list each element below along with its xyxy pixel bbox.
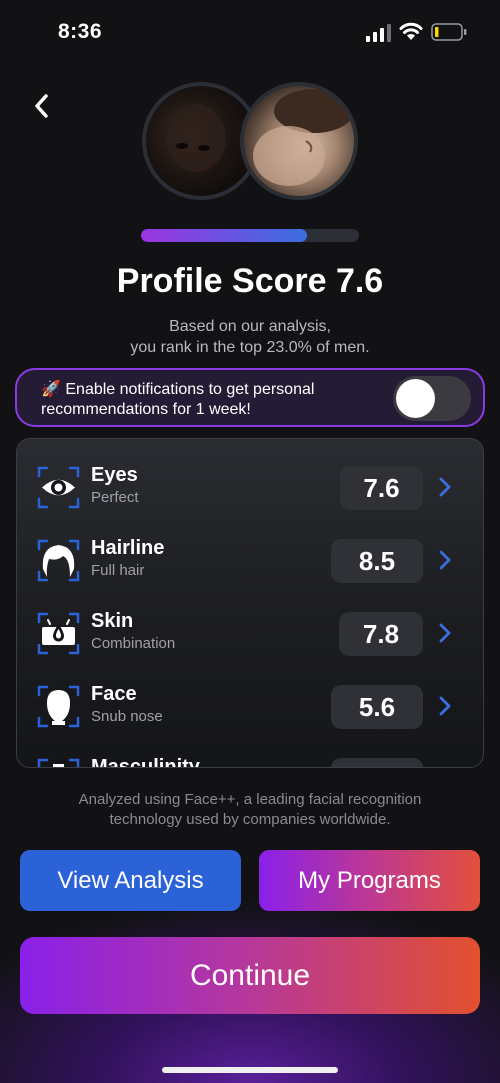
home-indicator[interactable] <box>162 1067 338 1073</box>
status-bar: 8:36 <box>0 0 500 60</box>
notifications-toggle[interactable] <box>393 376 471 421</box>
metric-score: 7.8 <box>339 612 423 656</box>
skin-icon <box>37 612 80 655</box>
metric-name: Face <box>91 683 137 705</box>
battery-icon <box>431 23 467 41</box>
chevron-right-icon <box>439 550 451 570</box>
metric-score: 8.5 <box>331 539 423 583</box>
metric-row-eyes[interactable]: Eyes Perfect 7.6 <box>17 462 483 522</box>
metric-detail: Full hair <box>91 562 145 579</box>
toggle-knob <box>396 379 435 418</box>
metric-name: Hairline <box>91 537 165 559</box>
status-time: 8:36 <box>58 20 103 43</box>
score-progress-bar <box>141 229 359 242</box>
metric-score: 5.6 <box>331 685 423 729</box>
metric-score: 7.6 <box>340 466 423 510</box>
notification-banner[interactable]: 🚀 Enable notifications to get personal r… <box>15 368 485 427</box>
metric-row-masculinity[interactable]: Masculinity <box>17 754 483 768</box>
my-programs-button[interactable]: My Programs <box>259 850 480 911</box>
face-icon <box>37 685 80 728</box>
chevron-right-icon <box>439 696 451 716</box>
hair-icon <box>37 539 80 582</box>
avatar-photo-profile <box>240 82 358 200</box>
profile-score-title: Profile Score 7.6 <box>116 262 384 300</box>
metrics-card: Eyes Perfect 7.6 Hairline Full hair 8.5 … <box>16 438 484 768</box>
chevron-right-icon <box>439 623 451 643</box>
subtitle-line-1: Based on our analysis, <box>169 318 331 335</box>
cellular-signal-icon <box>366 24 391 42</box>
eye-icon <box>37 466 80 509</box>
metric-row-skin[interactable]: Skin Combination 7.8 <box>17 608 483 668</box>
continue-button[interactable]: Continue <box>20 937 480 1014</box>
metric-score <box>331 758 423 767</box>
notification-line-2: recommendations for 1 week! <box>41 401 251 418</box>
footnote-line-1: Analyzed using Face++, a leading facial … <box>78 791 422 808</box>
view-analysis-button[interactable]: View Analysis <box>20 850 241 911</box>
notification-line-1: 🚀 Enable notifications to get personal <box>41 381 315 398</box>
score-progress-fill <box>141 229 307 242</box>
back-chevron-icon[interactable] <box>26 88 62 124</box>
notification-text: 🚀 Enable notifications to get personal r… <box>41 380 391 420</box>
wifi-icon <box>399 22 423 40</box>
metric-detail: Perfect <box>91 489 139 506</box>
chevron-right-icon <box>439 477 451 497</box>
metric-detail: Combination <box>91 635 176 652</box>
masculinity-icon <box>37 758 80 767</box>
subtitle-line-2: you rank in the top 23.0% of men. <box>130 339 370 356</box>
metric-row-hairline[interactable]: Hairline Full hair 8.5 <box>17 535 483 595</box>
footnote-line-2: technology used by companies worldwide. <box>109 811 391 828</box>
metric-row-face[interactable]: Face Snub nose 5.6 <box>17 681 483 741</box>
profile-score-subtitle: Based on our analysis, you rank in the t… <box>0 316 500 358</box>
metric-detail: Snub nose <box>91 708 163 725</box>
analysis-footnote: Analyzed using Face++, a leading facial … <box>0 790 500 830</box>
metric-name: Eyes <box>91 464 138 486</box>
metric-name: Masculinity <box>91 756 200 768</box>
metric-name: Skin <box>91 610 134 632</box>
